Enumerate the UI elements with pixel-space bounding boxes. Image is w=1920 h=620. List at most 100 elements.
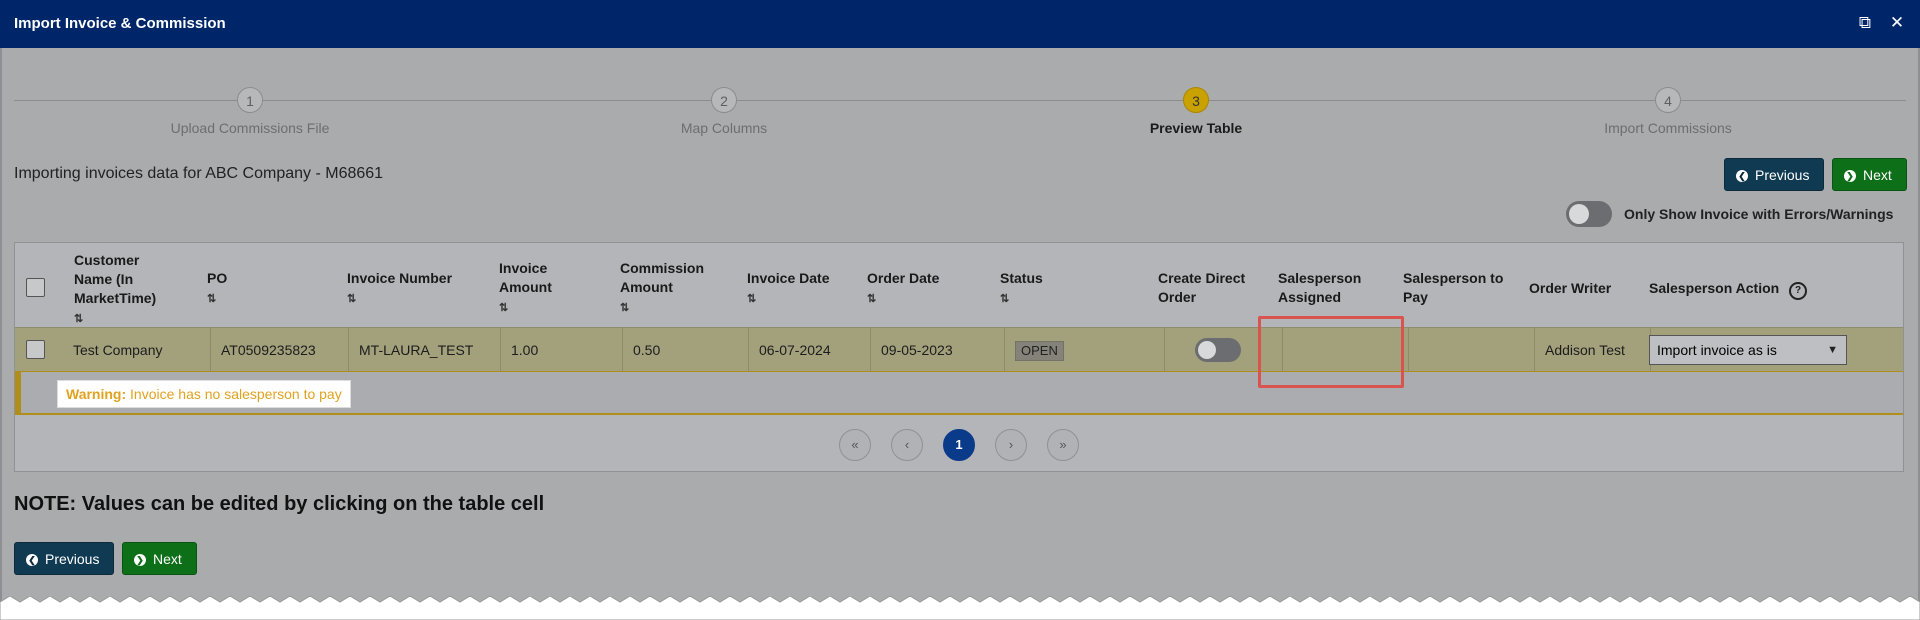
cell-order-date[interactable]: 09-05-2023 [871,328,1005,372]
next-button-top[interactable]: ❯ Next [1832,158,1907,191]
header-salesperson-assigned: Salesperson Assigned [1278,269,1378,307]
cell-customer[interactable]: Test Company [63,328,211,372]
header-order-date-label: Order Date [867,270,940,286]
step-preview-table: 3 Preview Table [1046,87,1346,136]
chevron-left-icon: ❮ [1736,170,1748,182]
header-order-writer-label: Order Writer [1529,280,1612,296]
torn-edge [0,596,1920,620]
chevron-down-icon: ▼ [1827,344,1838,356]
restore-icon[interactable]: ⧉ [1854,12,1876,34]
header-order-date[interactable]: Order Date ⇅ [867,269,939,309]
close-icon[interactable]: ✕ [1886,12,1908,34]
header-salesperson-to-pay-label: Salesperson to Pay [1403,270,1504,305]
step-label: Upload Commissions File [170,120,330,136]
cell-order-writer[interactable]: Addison Test [1535,328,1651,372]
header-invoice-amount-label: Invoice Amount [499,260,552,295]
step-import-commissions: 4 Import Commissions [1518,87,1818,136]
salesperson-action-value: Import invoice as is [1657,342,1777,358]
row-checkbox[interactable] [26,340,45,359]
chevron-right-icon: ❯ [134,554,146,566]
step-map-columns: 2 Map Columns [574,87,874,136]
sort-icon[interactable]: ⇅ [867,290,939,309]
cell-invoice-date[interactable]: 06-07-2024 [749,328,871,372]
header-salesperson-to-pay: Salesperson to Pay [1403,269,1513,307]
header-salesperson-action: Salesperson Action ? [1649,279,1808,300]
pagination-page-1[interactable]: 1 [943,429,975,461]
cell-salesperson-to-pay[interactable] [1409,328,1535,372]
header-commission-amount-label: Commission Amount [620,260,705,295]
header-create-direct-order-label: Create Direct Order [1158,270,1246,305]
pagination-last[interactable]: » [1047,429,1079,461]
sort-icon[interactable]: ⇅ [747,290,829,309]
edit-note: NOTE: Values can be edited by clicking o… [14,493,545,515]
header-po[interactable]: PO ⇅ [207,269,227,309]
step-number: 3 [1183,87,1209,113]
sort-icon[interactable]: ⇅ [347,290,452,309]
warning-label: Warning: [66,386,127,402]
toggle-knob [1569,204,1589,224]
header-invoice-date[interactable]: Invoice Date ⇅ [747,269,829,309]
cell-status: OPEN [1005,328,1165,372]
chevron-right-icon: ❯ [1844,170,1856,182]
highlight-annotation [1258,316,1404,388]
errors-only-toggle[interactable] [1566,201,1612,227]
warning-text: Invoice has no salesperson to pay [130,386,342,402]
create-direct-order-toggle[interactable] [1195,338,1241,362]
pagination-next[interactable]: › [995,429,1027,461]
header-customer-label: Customer Name (In MarketTime) [74,252,157,306]
header-po-label: PO [207,270,228,286]
cell-po[interactable]: AT0509235823 [211,328,349,372]
step-upload: 1 Upload Commissions File [100,87,400,136]
header-customer[interactable]: Customer Name (In MarketTime) ⇅ [74,251,174,329]
header-invoice-date-label: Invoice Date [747,270,830,286]
header-invoice-number[interactable]: Invoice Number ⇅ [347,269,452,309]
step-label: Import Commissions [1604,120,1732,136]
errors-only-label: Only Show Invoice with Errors/Warnings [1624,206,1894,222]
header-status[interactable]: Status ⇅ [1000,269,1043,309]
cell-invoice-number[interactable]: MT-LAURA_TEST [349,328,501,372]
select-all-checkbox[interactable] [26,278,45,297]
sort-icon[interactable]: ⇅ [207,290,227,309]
status-badge: OPEN [1015,341,1064,361]
errors-filter: Only Show Invoice with Errors/Warnings [1566,201,1906,229]
previous-label: Previous [1755,167,1810,183]
warning-row: Warning: Invoice has no salesperson to p… [15,371,1903,415]
step-label: Map Columns [680,120,768,136]
pagination-prev[interactable]: ‹ [891,429,923,461]
sort-icon[interactable]: ⇅ [499,299,579,318]
previous-button-bottom[interactable]: ❮ Previous [14,542,115,575]
next-label: Next [1863,167,1892,183]
next-label: Next [153,551,182,567]
step-number: 4 [1655,87,1681,113]
cell-invoice-amount[interactable]: 1.00 [501,328,623,372]
previous-button-top[interactable]: ❮ Previous [1724,158,1825,191]
title-bar: Import Invoice & Commission ⧉ ✕ [0,0,1920,48]
step-label: Preview Table [1149,120,1243,136]
dialog-title: Import Invoice & Commission [14,15,226,32]
salesperson-action-select[interactable]: Import invoice as is ▼ [1649,335,1847,365]
pagination-first[interactable]: « [839,429,871,461]
import-dialog: Import Invoice & Commission ⧉ ✕ 1 Upload… [0,0,1920,620]
cell-commission-amount[interactable]: 0.50 [623,328,749,372]
header-order-writer: Order Writer [1529,279,1611,298]
step-number: 1 [237,87,263,113]
header-invoice-amount[interactable]: Invoice Amount ⇅ [499,259,579,318]
next-button-bottom[interactable]: ❯ Next [122,542,197,575]
import-heading: Importing invoices data for ABC Company … [14,165,384,182]
header-salesperson-action-label: Salesperson Action [1649,280,1780,296]
chevron-left-icon: ❮ [26,554,38,566]
previous-label: Previous [45,551,100,567]
warning-message: Warning: Invoice has no salesperson to p… [57,380,351,408]
sort-icon[interactable]: ⇅ [620,299,720,318]
header-status-label: Status [1000,270,1043,286]
preview-table: Customer Name (In MarketTime) ⇅ PO ⇅ Inv… [14,242,1904,472]
step-number: 2 [711,87,737,113]
header-salesperson-assigned-label: Salesperson Assigned [1278,270,1362,305]
help-icon[interactable]: ? [1789,282,1808,300]
header-invoice-number-label: Invoice Number [347,270,453,286]
header-create-direct-order: Create Direct Order [1158,269,1258,307]
toggle-knob [1198,341,1216,359]
header-commission-amount[interactable]: Commission Amount ⇅ [620,259,720,318]
table-row[interactable]: Test Company AT0509235823 MT-LAURA_TEST … [15,327,1903,372]
sort-icon[interactable]: ⇅ [1000,290,1043,309]
